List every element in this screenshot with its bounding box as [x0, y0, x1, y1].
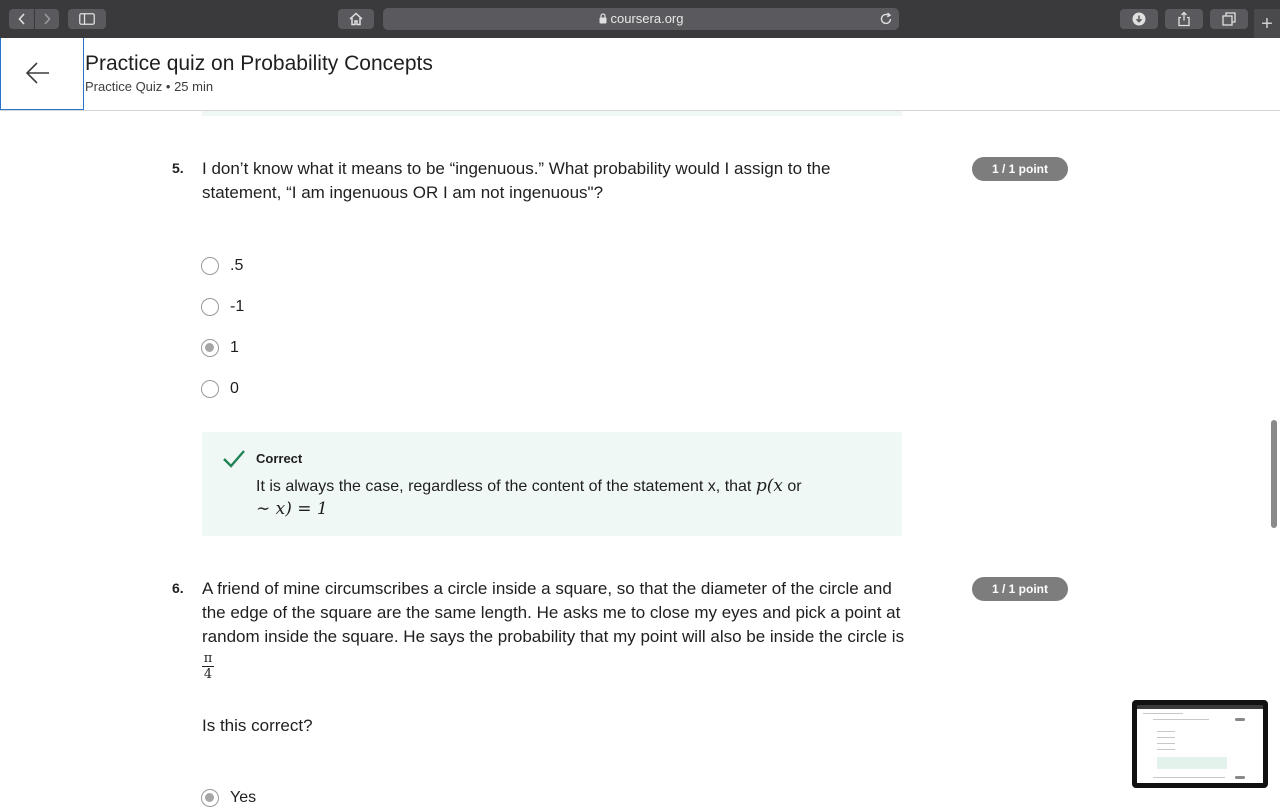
option-label: .5 [230, 257, 244, 274]
question-prompt: Is this correct? [202, 716, 313, 735]
reload-icon[interactable] [879, 12, 893, 26]
option-label: -1 [230, 298, 245, 315]
option-label: 0 [230, 380, 239, 397]
fraction: π 4 [202, 652, 214, 681]
option-label: Yes [230, 789, 257, 806]
points-badge: 1 / 1 point [972, 157, 1068, 181]
address-bar[interactable]: coursera.org [383, 8, 899, 30]
back-button[interactable] [0, 38, 84, 110]
quiz-meta: Practice Quiz • 25 min [85, 79, 214, 94]
question-number: 5. [172, 160, 184, 176]
share-button[interactable] [1165, 9, 1203, 29]
chevron-right-icon [43, 13, 51, 25]
fraction-numerator: π [203, 651, 213, 666]
forward-nav-button[interactable] [34, 9, 59, 29]
previous-feedback-box [202, 111, 902, 116]
option-label: 1 [230, 339, 239, 356]
question-text: A friend of mine circumscribes a circle … [202, 579, 905, 646]
fraction-denominator: 4 [203, 667, 213, 682]
nav-buttons [9, 9, 59, 29]
feedback-box: Correct It is always the case, regardles… [202, 432, 902, 536]
radio-button[interactable] [201, 298, 219, 316]
download-icon [1132, 12, 1146, 26]
sidebar-icon [79, 13, 95, 25]
new-tab-button[interactable]: + [1254, 9, 1280, 38]
lock-icon [599, 13, 606, 24]
home-icon [349, 12, 363, 26]
math-expression: ∼ x) = 1 [256, 499, 328, 519]
radio-button-selected[interactable] [201, 789, 219, 807]
arrow-left-icon [25, 62, 49, 84]
feedback-title: Correct [256, 451, 303, 466]
radio-button[interactable] [201, 257, 219, 275]
checkmark-icon [223, 450, 245, 468]
url-text: coursera.org [610, 11, 684, 26]
home-button[interactable] [338, 9, 374, 29]
points-badge: 1 / 1 point [972, 577, 1068, 601]
downloads-button[interactable] [1120, 9, 1158, 29]
sidebar-toggle-button[interactable] [68, 9, 106, 29]
question-text: I don’t know what it means to be “ingenu… [202, 159, 831, 202]
browser-toolbar: coursera.org + [0, 0, 1280, 38]
scrollbar-thumb[interactable] [1271, 420, 1277, 528]
share-icon [1178, 11, 1190, 27]
question-number: 6. [172, 580, 184, 596]
tabs-overview-button[interactable] [1210, 9, 1248, 29]
tabs-icon [1222, 12, 1236, 26]
back-nav-button[interactable] [9, 9, 34, 29]
chevron-left-icon [17, 13, 25, 25]
page-title: Practice quiz on Probability Concepts [85, 52, 433, 75]
quiz-header: Practice quiz on Probability Concepts Pr… [0, 38, 1280, 111]
feedback-text: It is always the case, regardless of the… [256, 476, 802, 519]
math-expression: p(x [755, 476, 783, 496]
plus-icon: + [1261, 13, 1273, 35]
screenshot-thumbnail[interactable] [1132, 700, 1268, 788]
radio-button[interactable] [201, 380, 219, 398]
radio-button-selected[interactable] [201, 339, 219, 357]
